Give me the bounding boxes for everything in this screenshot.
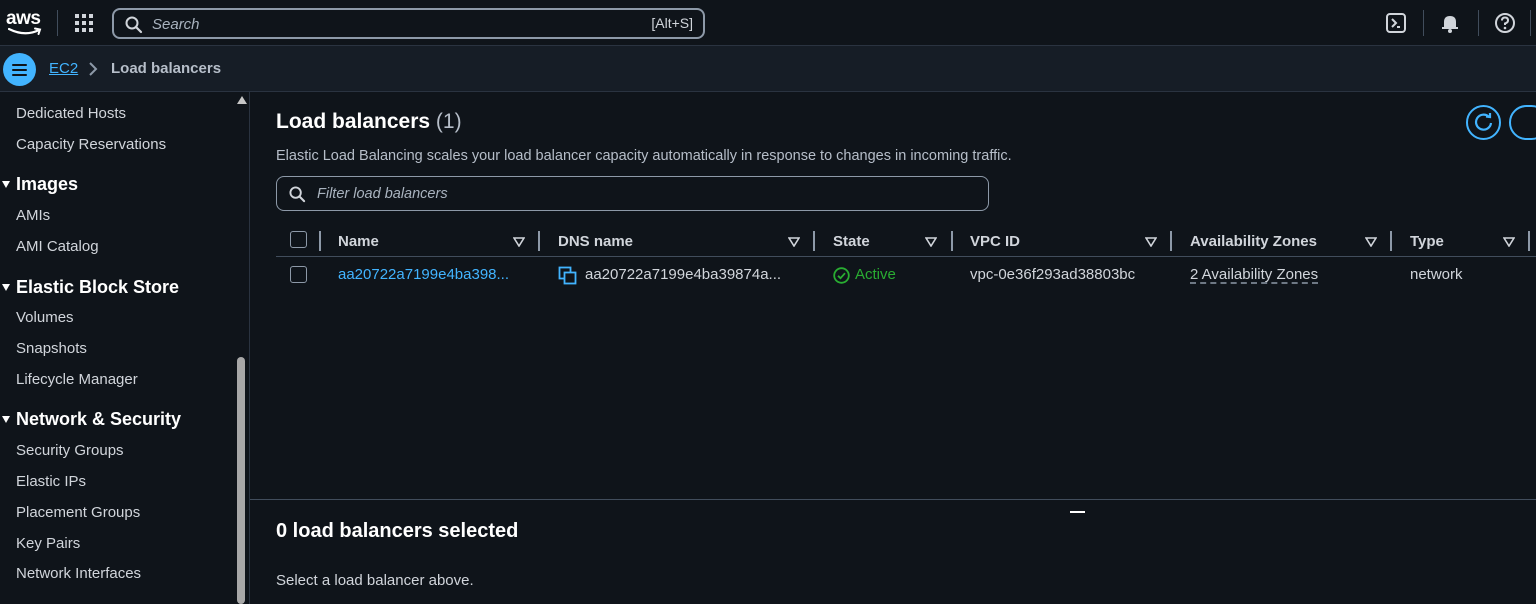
column-separator [813,231,815,251]
sort-icon[interactable] [1365,237,1377,247]
sort-icon[interactable] [513,237,525,247]
top-navigation-bar: aws Search [Alt+S] [0,0,1536,46]
breadcrumb-ec2-link[interactable]: EC2 [49,60,78,77]
sidebar-section-network-security[interactable]: Network & Security [0,409,181,430]
sidebar-scrollbar[interactable] [235,92,247,604]
sidebar-section-label: Network & Security [16,409,182,429]
page-title: Load balancers (1) [276,110,462,134]
aws-logo[interactable]: aws [4,6,44,36]
sidebar-section-images[interactable]: Images [0,174,78,195]
sort-icon[interactable] [925,237,937,247]
column-header-state[interactable]: State [833,233,870,250]
sidebar-item-ami-catalog[interactable]: AMI Catalog [16,238,99,255]
scroll-up-arrow-icon[interactable] [237,96,247,104]
sidebar-item-snapshots[interactable]: Snapshots [16,340,87,357]
dns-name-value: aa20722a7199e4ba39874a... [585,266,782,283]
topbar-divider [1530,10,1531,36]
column-header-availability-zones[interactable]: Availability Zones [1190,233,1317,250]
type-value: network [1410,266,1463,283]
caret-down-icon [2,415,10,423]
vpc-id-value: vpc-0e36f293ad38803bc [970,266,1136,283]
bell-icon[interactable] [1439,12,1461,34]
sort-icon[interactable] [788,237,800,247]
sidebar-item-volumes[interactable]: Volumes [16,309,74,326]
topbar-divider [1478,10,1479,36]
page-title-text: Load balancers [276,110,431,133]
search-icon [289,186,306,203]
refresh-icon [1474,113,1493,131]
chevron-right-icon [89,62,98,76]
cloudshell-icon[interactable] [1385,12,1407,34]
sidebar-item-security-groups[interactable]: Security Groups [16,442,124,459]
state-value: Active [855,266,896,283]
caret-down-icon [2,180,10,188]
breadcrumb-current: Load balancers [111,60,222,77]
sidebar-item-dedicated-hosts[interactable]: Dedicated Hosts [16,105,126,122]
sidebar-section-label: Images [16,174,79,194]
topbar-divider [57,10,58,36]
sidebar-item-capacity-reservations[interactable]: Capacity Reservations [16,136,166,153]
column-separator [1528,231,1530,251]
actions-button[interactable] [1509,105,1536,140]
split-panel-resize-handle[interactable] [1070,511,1085,513]
main-content: Load balancers (1) Elastic Load Balancin… [250,92,1536,499]
column-header-dns-name[interactable]: DNS name [558,233,633,250]
global-search-input[interactable]: Search [Alt+S] [112,8,705,39]
filter-load-balancers-input[interactable]: Filter load balancers [276,176,989,211]
column-separator [319,231,321,251]
filter-placeholder: Filter load balancers [317,186,448,202]
sidebar-section-ebs[interactable]: Elastic Block Store [0,277,179,298]
table-row[interactable]: aa20722a7199e4ba398... aa20722a7199e4ba3… [276,258,1536,292]
column-separator [1390,231,1392,251]
column-separator [951,231,953,251]
sidebar-item-lifecycle-manager[interactable]: Lifecycle Manager [16,371,138,388]
breadcrumb-bar: EC2 Load balancers [0,46,1536,92]
column-header-type[interactable]: Type [1410,233,1444,250]
sort-icon[interactable] [1503,237,1515,247]
sidebar-item-key-pairs[interactable]: Key Pairs [16,535,80,552]
selection-title: 0 load balancers selected [276,520,519,542]
load-balancer-name-link[interactable]: aa20722a7199e4ba398... [338,266,509,283]
aws-smile-icon [8,27,42,35]
page-title-count: (1) [435,110,462,133]
sidebar-navigation: Dedicated Hosts Capacity Reservations Im… [0,92,250,604]
column-header-name[interactable]: Name [338,233,379,250]
search-icon [125,16,143,34]
split-panel: 0 load balancers selected Select a load … [250,500,1536,604]
search-placeholder: Search [152,16,200,33]
sidebar-section-label: Elastic Block Store [16,277,180,297]
search-shortcut: [Alt+S] [651,15,693,31]
refresh-button[interactable] [1466,105,1501,140]
apps-grid-icon[interactable] [74,13,94,33]
sidebar-item-placement-groups[interactable]: Placement Groups [16,504,140,521]
sidebar-item-network-interfaces[interactable]: Network Interfaces [16,565,141,582]
page-description: Elastic Load Balancing scales your load … [276,148,1012,164]
select-all-checkbox[interactable] [290,231,307,248]
column-separator [538,231,540,251]
help-icon[interactable] [1494,12,1516,34]
copy-icon[interactable] [558,266,577,285]
caret-down-icon [2,283,10,291]
status-success-icon [833,267,850,284]
availability-zones-popover[interactable]: 2 Availability Zones [1190,266,1318,283]
selection-message: Select a load balancer above. [276,572,474,589]
sidebar-item-elastic-ips[interactable]: Elastic IPs [16,473,86,490]
topbar-divider [1423,10,1424,36]
row-select-checkbox[interactable] [290,266,307,283]
sort-icon[interactable] [1145,237,1157,247]
table-header: Name DNS name State VPC ID Availability … [276,227,1536,257]
column-separator [1170,231,1172,251]
column-header-vpc-id[interactable]: VPC ID [970,233,1020,250]
sidebar-item-amis[interactable]: AMIs [16,207,50,224]
hamburger-menu-icon[interactable] [3,53,36,86]
scroll-thumb[interactable] [237,357,245,604]
